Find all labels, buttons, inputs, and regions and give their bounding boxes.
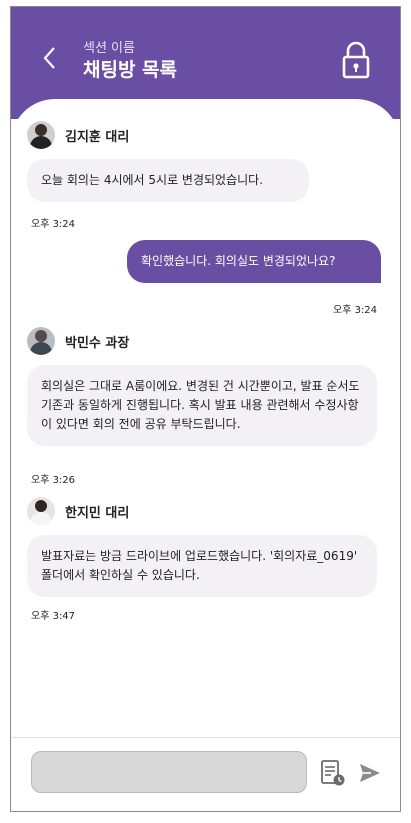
page-title: 채팅방 목록 — [83, 59, 178, 81]
avatar[interactable] — [27, 327, 55, 355]
message-bubble: 발표자료는 방금 드라이브에 업로드했습니다. '회의자료_0619' 폴더에서… — [27, 535, 377, 597]
message-bubble: 회의실은 그대로 A룸이에요. 변경된 건 시간뿐이고, 발표 순서도 기존과 … — [27, 365, 377, 446]
avatar[interactable] — [27, 497, 55, 525]
document-clock-icon[interactable] — [320, 759, 346, 787]
sender-row: 한지민 대리 — [27, 497, 377, 525]
sender-row: 박민수 과장 — [27, 327, 377, 355]
message-bubble: 오늘 회의는 4시에서 5시로 변경되었습니다. — [27, 159, 309, 202]
outgoing-message-bubble: 확인했습니다. 회의실도 변경되었나요? — [127, 240, 381, 283]
send-icon[interactable] — [359, 763, 381, 783]
message-time: 오후 3:26 — [31, 475, 76, 486]
sender-name: 박민수 과장 — [65, 335, 130, 351]
lock-icon[interactable] — [341, 41, 371, 79]
composer-divider — [11, 737, 400, 738]
message-time: 오후 3:24 — [31, 219, 76, 230]
incoming-message: 박민수 과장 회의실은 그대로 A룸이에요. 변경된 건 시간뿐이고, 발표 순… — [27, 327, 377, 446]
sender-row: 김지훈 대리 — [27, 121, 309, 149]
message-input[interactable] — [31, 751, 307, 793]
incoming-message: 김지훈 대리 오늘 회의는 4시에서 5시로 변경되었습니다. — [27, 121, 309, 202]
message-time: 오후 3:47 — [31, 611, 76, 622]
sender-name: 김지훈 대리 — [65, 129, 130, 145]
message-list[interactable]: 김지훈 대리 오늘 회의는 4시에서 5시로 변경되었습니다. 오후 3:24 … — [11, 99, 400, 739]
message-time: 오후 3:24 — [333, 305, 378, 316]
section-subtitle: 섹션 이름 — [83, 41, 135, 56]
sender-name: 한지민 대리 — [65, 505, 130, 521]
chat-screen: 섹션 이름 채팅방 목록 김지훈 대리 오늘 회의는 4시에서 5시로 변경되었… — [10, 6, 401, 812]
avatar[interactable] — [27, 121, 55, 149]
incoming-message: 한지민 대리 발표자료는 방금 드라이브에 업로드했습니다. '회의자료_061… — [27, 497, 377, 597]
back-chevron-icon[interactable] — [43, 45, 57, 71]
